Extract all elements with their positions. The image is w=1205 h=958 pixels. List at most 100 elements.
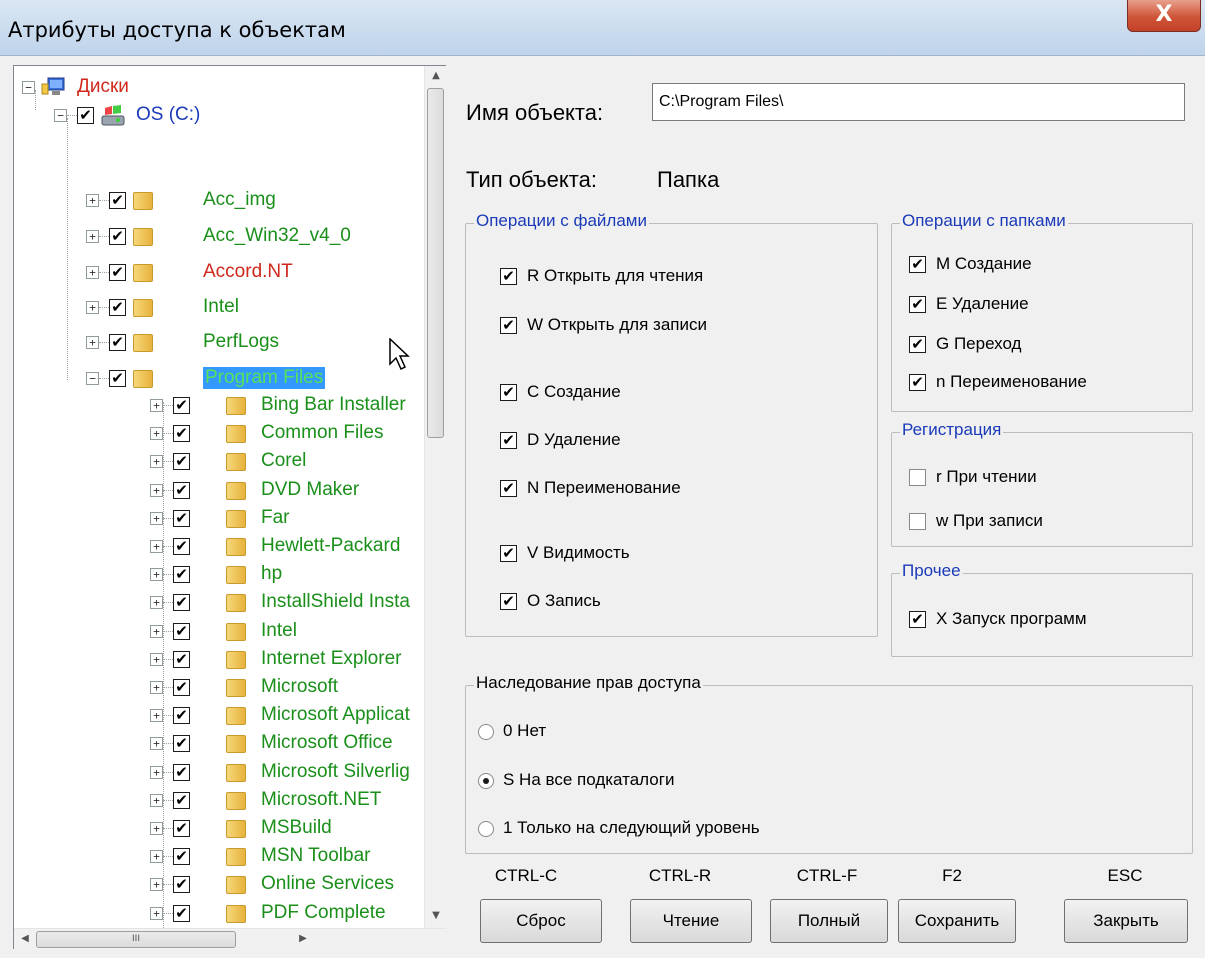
tree-drive[interactable]: − ✔ OS (C:) [54, 102, 424, 130]
folder-checkbox[interactable]: ✔ [173, 735, 190, 753]
folder-checkbox[interactable]: ✔ [173, 876, 190, 894]
option-checkbox[interactable]: ✔ E Удаление [909, 294, 1205, 318]
horizontal-scrollbar[interactable]: ◀ III ▶ [14, 928, 446, 949]
collapse-icon[interactable]: − [86, 372, 99, 385]
tree-subfolder-row[interactable]: + ✔ Bing Bar Installer [150, 392, 424, 420]
inheritance-radio[interactable]: 0 Нет [478, 721, 978, 745]
expand-icon[interactable]: + [150, 568, 163, 582]
folder-checkbox[interactable]: ✔ [173, 622, 190, 640]
folder-checkbox[interactable]: ✔ [173, 707, 190, 725]
drive-checkbox[interactable]: ✔ [77, 107, 94, 124]
vertical-scrollbar[interactable]: ▲ ▼ [424, 66, 446, 928]
unchecked-box-icon[interactable] [909, 469, 926, 486]
tree-subfolder-row[interactable]: + ✔ Microsoft Silverlig [150, 759, 424, 787]
tree-subfolder-row[interactable]: + ✔ Far [150, 505, 424, 533]
checked-box-icon[interactable]: ✔ [909, 296, 926, 313]
option-checkbox[interactable]: ✔ W Открыть для записи [500, 315, 860, 339]
option-checkbox[interactable]: ✔ C Создание [500, 382, 860, 406]
tree-subfolder-row[interactable]: + ✔ Online Services [150, 871, 424, 899]
scroll-down-icon[interactable]: ▼ [425, 910, 447, 921]
folder-checkbox[interactable]: ✔ [109, 370, 126, 387]
collapse-icon[interactable]: − [22, 81, 35, 94]
inheritance-radio[interactable]: 1 Только на следующий уровень [478, 818, 978, 842]
tree-subfolder-row[interactable]: + ✔ InstallShield Insta [150, 589, 424, 617]
expand-icon[interactable]: + [150, 765, 163, 779]
object-name-field[interactable] [652, 83, 1185, 121]
folder-checkbox[interactable]: ✔ [173, 566, 190, 584]
tree-subfolder-row[interactable]: + ✔ Microsoft Office [150, 730, 424, 758]
expand-icon[interactable]: + [150, 878, 163, 892]
expand-icon[interactable]: + [86, 336, 99, 349]
expand-icon[interactable]: + [150, 399, 163, 412]
folder-checkbox[interactable]: ✔ [173, 820, 190, 837]
option-checkbox[interactable]: ✔ R Открыть для чтения [500, 266, 860, 290]
radio-empty-icon[interactable] [478, 821, 494, 837]
checked-box-icon[interactable]: ✔ [500, 384, 517, 401]
expand-icon[interactable]: + [150, 483, 163, 497]
checked-box-icon[interactable]: ✔ [909, 336, 926, 353]
folder-checkbox[interactable]: ✔ [173, 425, 190, 443]
expand-icon[interactable]: + [150, 822, 163, 835]
folder-checkbox[interactable]: ✔ [173, 509, 190, 527]
folder-checkbox[interactable]: ✔ [173, 791, 190, 809]
expand-icon[interactable]: + [86, 230, 99, 243]
expand-icon[interactable]: + [150, 709, 163, 723]
expand-icon[interactable]: + [150, 540, 163, 553]
folder-checkbox[interactable]: ✔ [173, 397, 190, 414]
tree-subfolder-row[interactable]: + ✔ Hewlett-Packard [150, 533, 424, 561]
unchecked-box-icon[interactable] [909, 513, 926, 530]
tree-subfolder-row[interactable]: + ✔ PDF Complete [150, 900, 424, 928]
expand-icon[interactable]: + [150, 737, 163, 751]
tree-subfolder-row[interactable]: + ✔ MSN Toolbar [150, 843, 424, 871]
expand-icon[interactable]: + [86, 266, 99, 279]
checked-box-icon[interactable]: ✔ [500, 268, 517, 285]
option-checkbox[interactable]: w При записи [909, 511, 1205, 535]
tree-subfolder-row[interactable]: + ✔ Microsoft.NET [150, 787, 424, 815]
checked-box-icon[interactable]: ✔ [909, 256, 926, 273]
expand-icon[interactable]: + [150, 455, 163, 469]
folder-checkbox[interactable]: ✔ [173, 848, 190, 866]
inheritance-radio[interactable]: S На все подкаталоги [478, 770, 978, 794]
folder-checkbox[interactable]: ✔ [173, 763, 190, 781]
option-checkbox[interactable]: r При чтении [909, 467, 1205, 491]
expand-icon[interactable]: + [86, 301, 99, 314]
option-checkbox[interactable]: ✔ D Удаление [500, 430, 860, 454]
checked-box-icon[interactable]: ✔ [500, 545, 517, 562]
checked-box-icon[interactable]: ✔ [909, 374, 926, 391]
scroll-thumb[interactable] [427, 88, 444, 438]
folder-checkbox[interactable]: ✔ [173, 904, 190, 922]
folder-checkbox[interactable]: ✔ [109, 228, 126, 245]
folder-checkbox[interactable]: ✔ [173, 650, 190, 668]
folder-checkbox[interactable]: ✔ [109, 334, 126, 351]
expand-icon[interactable]: + [150, 427, 163, 441]
scroll-left-icon[interactable]: ◀ [14, 933, 36, 944]
expand-icon[interactable]: + [150, 793, 163, 807]
option-checkbox[interactable]: ✔ M Создание [909, 254, 1205, 278]
folder-checkbox[interactable]: ✔ [173, 481, 190, 499]
expand-icon[interactable]: + [150, 652, 163, 666]
folder-checkbox[interactable]: ✔ [109, 192, 126, 209]
checked-box-icon[interactable]: ✔ [500, 432, 517, 449]
close-button[interactable]: X [1127, 0, 1201, 32]
expand-icon[interactable]: + [150, 906, 163, 920]
tree-folder-row[interactable]: + ✔ Acc_Win32_v4_0 [86, 223, 424, 251]
action-button[interactable]: Закрыть [1064, 899, 1188, 943]
folder-checkbox[interactable]: ✔ [173, 679, 190, 696]
expand-icon[interactable]: + [86, 194, 99, 207]
tree-subfolder-row[interactable]: + ✔ Microsoft [150, 674, 424, 702]
tree-subfolder-row[interactable]: + ✔ MSBuild [150, 815, 424, 843]
checked-box-icon[interactable]: ✔ [909, 611, 926, 628]
folder-checkbox[interactable]: ✔ [173, 453, 190, 471]
option-checkbox[interactable]: ✔ X Запуск программ [909, 609, 1205, 633]
folder-checkbox[interactable]: ✔ [109, 264, 126, 281]
tree-subfolder-row[interactable]: + ✔ Microsoft Applicat [150, 702, 424, 730]
tree-folder-row[interactable]: + ✔ Accord.NT [86, 259, 424, 287]
checked-box-icon[interactable]: ✔ [500, 317, 517, 334]
checked-box-icon[interactable]: ✔ [500, 480, 517, 497]
expand-icon[interactable]: + [150, 681, 163, 694]
tree-folder-row[interactable]: − ✔ Program Files [86, 365, 424, 393]
collapse-icon[interactable]: − [54, 109, 67, 122]
folder-checkbox[interactable]: ✔ [173, 594, 190, 612]
option-checkbox[interactable]: ✔ G Переход [909, 334, 1205, 358]
radio-selected-icon[interactable] [478, 773, 494, 789]
